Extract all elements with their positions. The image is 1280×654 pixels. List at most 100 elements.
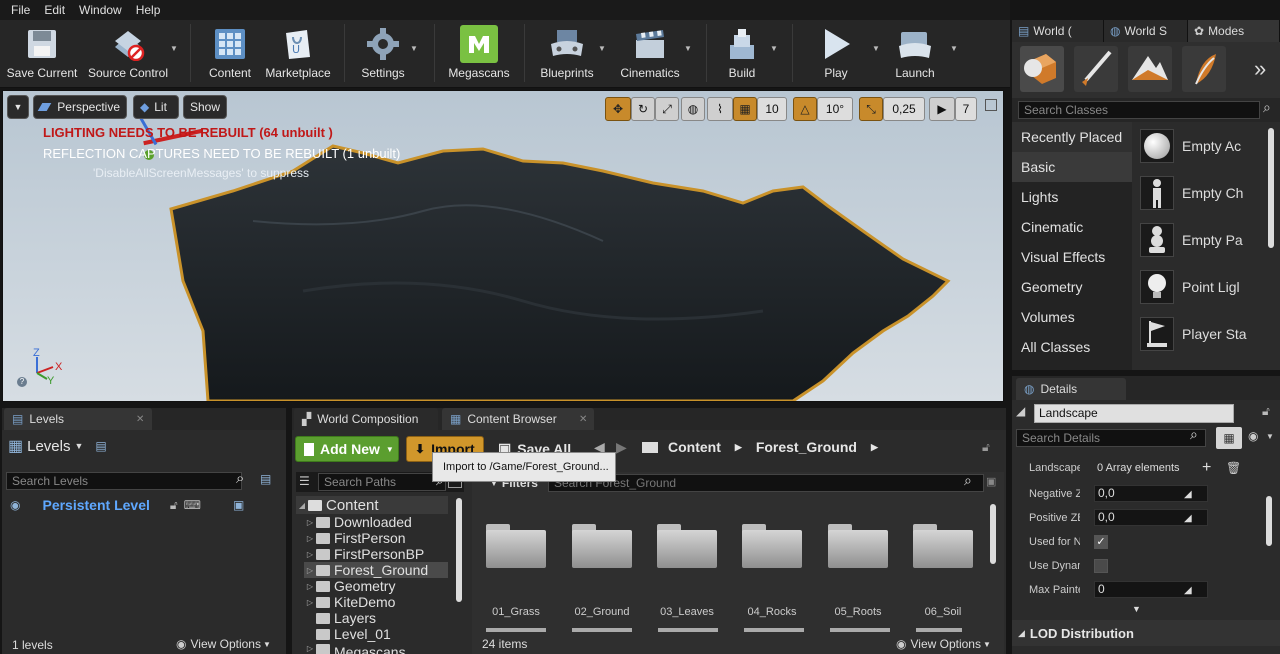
chevron-down-icon[interactable]: ▼ — [770, 44, 778, 53]
tree-item-geometry[interactable]: ▷ Geometry — [304, 578, 460, 594]
show-button[interactable]: Show — [183, 95, 227, 119]
tab-content-browser[interactable]: ▦ Content Browser ✕ — [442, 408, 594, 430]
search-classes-input[interactable]: Search Classes — [1018, 101, 1260, 119]
category-recently-placed[interactable]: Recently Placed — [1012, 122, 1132, 152]
tab-levels[interactable]: ▤ Levels ✕ — [4, 408, 152, 430]
world-local-toggle-icon[interactable]: ◍ — [681, 97, 705, 121]
level-viewport[interactable]: ▼ Perspective ◆ Lit Show LIGHTING NEEDS … — [2, 90, 1004, 402]
tree-scrollbar[interactable] — [456, 498, 462, 602]
class-item[interactable]: Player Sta — [1132, 310, 1280, 357]
launch-button[interactable]: Launch ▼ — [886, 20, 958, 86]
folder-03-leaves[interactable] — [657, 522, 717, 568]
save-level-icon[interactable]: ▣ — [233, 498, 244, 512]
close-icon[interactable]: ✕ — [579, 414, 587, 425]
actor-name-input[interactable]: Landscape — [1034, 404, 1234, 423]
trash-icon[interactable]: 🗑︎ — [1226, 461, 1241, 475]
rotate-tool-icon[interactable]: ↻ — [631, 97, 655, 121]
add-element-icon[interactable]: + — [1202, 459, 1211, 477]
asset-scrollbar[interactable] — [990, 504, 996, 564]
category-lights[interactable]: Lights — [1012, 182, 1132, 212]
expand-arrow-icon[interactable]: ▼ — [1132, 604, 1141, 614]
tree-item-kitedemo[interactable]: ▷ KiteDemo — [304, 594, 460, 610]
landscape-mode-button[interactable] — [1128, 46, 1172, 92]
chevron-down-icon[interactable]: ▼ — [598, 44, 606, 53]
perspective-button[interactable]: Perspective — [33, 95, 127, 119]
cinematics-button[interactable]: Cinematics ▼ — [616, 20, 692, 86]
category-cinematic[interactable]: Cinematic — [1012, 212, 1132, 242]
folder-06-soil[interactable] — [913, 522, 973, 568]
build-button[interactable]: Build ▼ — [716, 20, 778, 86]
search-details-input[interactable]: Search Details — [1016, 429, 1206, 447]
category-visual-effects[interactable]: Visual Effects — [1012, 242, 1132, 272]
category-volumes[interactable]: Volumes — [1012, 302, 1132, 332]
camera-speed-icon[interactable]: ▶ — [929, 97, 955, 121]
save-search-icon[interactable]: ▣ — [986, 475, 996, 488]
megascans-button[interactable]: Megascans — [444, 20, 514, 86]
translate-tool-icon[interactable]: ✥ — [605, 97, 631, 121]
maximize-viewport-icon[interactable] — [985, 99, 997, 111]
lock-icon[interactable]: 🔓︎ — [1262, 404, 1270, 419]
class-item[interactable]: Empty Pa — [1132, 216, 1280, 263]
viewport-options-button[interactable]: ▼ — [7, 95, 29, 119]
settings-button[interactable]: Settings ▼ — [354, 20, 418, 86]
use-dynamic-checkbox[interactable] — [1094, 559, 1108, 573]
tree-item-downloaded[interactable]: ▷ Downloaded — [304, 514, 460, 530]
tree-item-content[interactable]: ◢ Content — [296, 496, 448, 514]
filter-list-icon[interactable]: ☰ — [299, 474, 310, 488]
info-icon[interactable]: ? — [17, 377, 27, 387]
tab-world-composition[interactable]: ▞ World Composition — [294, 408, 438, 430]
tree-item-level-01[interactable]: Level_01 — [304, 626, 460, 642]
assets-view-options-button[interactable]: ◉ View Options ▼ — [896, 637, 991, 651]
class-item[interactable]: Point Ligl — [1132, 263, 1280, 310]
chevron-down-icon[interactable]: ▼ — [170, 44, 178, 53]
blueprints-button[interactable]: Blueprints ▼ — [534, 20, 606, 86]
chevron-down-icon[interactable]: ▼ — [1266, 432, 1274, 441]
menu-window[interactable]: Window — [72, 3, 129, 17]
lock-icon[interactable]: 🔓︎ — [982, 440, 990, 455]
grid-snap-icon[interactable]: ▦ — [733, 97, 757, 121]
camera-speed-value[interactable]: 7 — [955, 97, 977, 121]
search-levels-input[interactable]: Search Levels — [6, 472, 242, 490]
tab-modes[interactable]: ✿ Modes — [1188, 20, 1280, 42]
scale-tool-icon[interactable]: ⤢ — [655, 97, 679, 121]
category-all-classes[interactable]: All Classes — [1012, 332, 1132, 362]
levels-menu-button[interactable]: ▦ Levels ▼ ▤ — [8, 436, 107, 456]
eye-icon[interactable]: ◉ — [1248, 429, 1258, 443]
levels-add-icon[interactable]: ▤ — [260, 472, 271, 486]
chevron-down-icon[interactable]: ▼ — [950, 44, 958, 53]
add-new-button[interactable]: Add New ▼ — [295, 436, 399, 462]
paint-mode-button[interactable] — [1074, 46, 1118, 92]
forward-arrow-icon[interactable]: ▶ — [616, 439, 627, 456]
category-geometry[interactable]: Geometry — [1012, 272, 1132, 302]
scale-snap-icon[interactable]: ⤡ — [859, 97, 883, 121]
source-control-button[interactable]: Source Control ▼ — [86, 20, 178, 86]
lock-icon[interactable]: 🔓︎ — [170, 498, 178, 513]
chevron-down-icon[interactable]: ▼ — [684, 44, 692, 53]
tree-item-firstpersonbp[interactable]: ▷ FirstPersonBP — [304, 546, 460, 562]
lit-button[interactable]: ◆ Lit — [133, 95, 179, 119]
tree-item-layers[interactable]: Layers — [304, 610, 460, 626]
tab-details[interactable]: ◍ Details — [1016, 378, 1126, 400]
rotation-snap-value[interactable]: 10° — [817, 97, 853, 121]
tab-world-outliner[interactable]: ▤ World ( — [1012, 20, 1104, 42]
content-button[interactable]: Content — [200, 20, 260, 86]
tree-item-firstperson[interactable]: ▷ FirstPerson — [304, 530, 460, 546]
close-icon[interactable]: ✕ — [136, 414, 144, 425]
chevron-right-icon[interactable]: ▶ — [871, 442, 878, 453]
details-scrollbar[interactable] — [1266, 496, 1272, 546]
marketplace-button[interactable]: U Marketplace — [262, 20, 334, 86]
summon-levels-icon[interactable]: ▤ — [95, 439, 106, 453]
chevron-down-icon[interactable]: ▼ — [872, 44, 880, 53]
category-basic[interactable]: Basic — [1012, 152, 1132, 182]
folder-02-ground[interactable] — [572, 522, 632, 568]
grid-snap-value[interactable]: 10 — [757, 97, 787, 121]
folder-05-roots[interactable] — [828, 522, 888, 568]
chevron-right-icon[interactable]: ▶ — [735, 442, 742, 453]
foliage-mode-button[interactable] — [1182, 46, 1226, 92]
place-mode-button[interactable] — [1020, 46, 1064, 92]
scale-snap-value[interactable]: 0,25 — [883, 97, 925, 121]
eye-icon[interactable]: ◉ — [10, 498, 20, 512]
tree-item-forest-ground[interactable]: ▷ Forest_Ground — [304, 562, 448, 578]
class-item[interactable]: Empty Ch — [1132, 169, 1280, 216]
breadcrumb-forest-ground[interactable]: Forest_Ground — [756, 439, 857, 455]
